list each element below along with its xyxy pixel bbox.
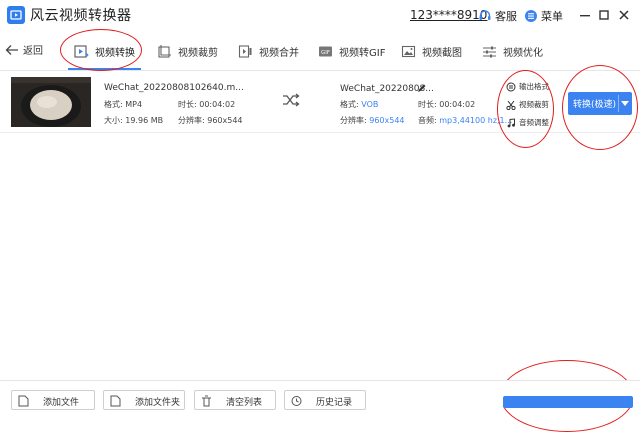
source-duration-value: 00:04:02 xyxy=(199,100,236,109)
source-format-value: MP4 xyxy=(125,100,143,109)
clear-list-button[interactable]: 清空列表 xyxy=(194,390,276,410)
back-label: 返回 xyxy=(23,46,43,57)
source-format: 格式: MP4 xyxy=(104,99,142,110)
audio-adjust-button[interactable]: 音频调整 xyxy=(506,117,549,128)
video-crop-action-label: 视频裁剪 xyxy=(519,100,549,109)
gif-icon: GIF xyxy=(319,46,332,56)
start-convert-button[interactable] xyxy=(503,396,633,408)
customer-service-label: 客服 xyxy=(495,10,517,23)
menu-button[interactable]: 菜单 xyxy=(524,7,563,25)
menu-icon xyxy=(525,10,537,22)
add-folder-icon xyxy=(110,395,121,407)
video-thumbnail xyxy=(11,77,91,127)
tab-video-to-gif[interactable]: GIF 视频转GIF xyxy=(318,32,385,70)
source-size-value: 19.96 MB xyxy=(125,116,164,125)
edit-name-icon[interactable] xyxy=(417,83,427,93)
output-format-icon xyxy=(506,82,516,91)
video-convert-icon xyxy=(74,44,89,58)
close-icon[interactable] xyxy=(617,8,631,22)
source-resolution-value: 960x544 xyxy=(207,116,243,125)
video-crop-action-button[interactable]: 视频裁剪 xyxy=(506,99,549,110)
tab-video-merge[interactable]: 视频合并 xyxy=(238,32,299,70)
target-audio: 音频: mp3,44100 hz,1... xyxy=(418,115,512,126)
add-folder-button[interactable]: 添加文件夹 xyxy=(103,390,185,410)
convert-label: 转换(极速) xyxy=(573,100,617,110)
tab-video-screenshot[interactable]: 视频截图 xyxy=(401,32,462,70)
output-format-button[interactable]: 输出格式 xyxy=(506,81,549,92)
feature-nav: 返回 视频转换 视频裁剪 视频合并 GIF 视频转GIF 视频截图 视频优化 xyxy=(0,32,640,71)
source-size: 大小: 19.96 MB xyxy=(104,115,163,126)
svg-text:GIF: GIF xyxy=(321,50,330,56)
target-duration-label: 时长: xyxy=(418,100,437,109)
back-button[interactable]: 返回 xyxy=(5,42,43,57)
app-title: 风云视频转换器 xyxy=(30,8,132,24)
minimize-icon[interactable] xyxy=(578,8,592,22)
history-label: 历史记录 xyxy=(316,398,353,408)
history-icon xyxy=(291,396,302,406)
merge-icon xyxy=(238,44,252,58)
chevron-down-icon[interactable] xyxy=(621,101,629,106)
headset-icon xyxy=(479,10,491,20)
source-resolution: 分辨率: 960x544 xyxy=(178,115,243,126)
app-logo-icon xyxy=(7,6,25,24)
target-resolution-label: 分辨率: xyxy=(340,116,367,125)
convert-divider xyxy=(618,95,619,112)
source-size-label: 大小: xyxy=(104,116,123,125)
convert-button[interactable]: 转换(极速) xyxy=(568,92,632,115)
tab-label: 视频裁剪 xyxy=(178,47,218,59)
scissors-icon xyxy=(506,100,516,110)
target-duration-value: 00:04:02 xyxy=(439,100,476,109)
maximize-icon[interactable] xyxy=(597,8,611,22)
screenshot-icon xyxy=(401,45,416,57)
arrow-left-icon xyxy=(5,44,18,55)
tab-label: 视频合并 xyxy=(259,47,299,59)
menu-label: 菜单 xyxy=(541,10,563,23)
target-duration: 时长: 00:04:02 xyxy=(418,99,475,110)
title-bar: 风云视频转换器 123****8910 客服 菜单 xyxy=(0,0,640,32)
tab-label: 视频转换 xyxy=(95,47,135,59)
tab-video-optimize[interactable]: 视频优化 xyxy=(482,32,543,70)
history-button[interactable]: 历史记录 xyxy=(284,390,366,410)
source-file-name: WeChat_20220808102640.m... xyxy=(104,83,244,93)
add-file-icon xyxy=(18,395,29,407)
add-folder-label: 添加文件夹 xyxy=(135,398,181,408)
target-format: 格式: VOB xyxy=(340,99,378,110)
tab-label: 视频转GIF xyxy=(339,47,386,59)
source-duration: 时长: 00:04:02 xyxy=(178,99,235,110)
shuffle-icon xyxy=(283,93,300,107)
account-link[interactable]: 123****8910 xyxy=(410,8,487,22)
target-format-value[interactable]: VOB xyxy=(361,100,378,109)
tab-label: 视频截图 xyxy=(422,47,462,59)
source-resolution-label: 分辨率: xyxy=(178,116,205,125)
audio-adjust-label: 音频调整 xyxy=(519,118,549,127)
trash-icon xyxy=(202,395,211,407)
target-audio-label: 音频: xyxy=(418,116,437,125)
source-duration-label: 时长: xyxy=(178,100,197,109)
add-file-button[interactable]: 添加文件 xyxy=(11,390,95,410)
output-format-label: 输出格式 xyxy=(519,82,549,91)
tab-video-convert[interactable]: 视频转换 xyxy=(68,32,141,70)
target-resolution: 分辨率: 960x544 xyxy=(340,115,405,126)
customer-service-button[interactable]: 客服 xyxy=(478,7,517,25)
music-note-icon xyxy=(507,117,515,127)
tab-label: 视频优化 xyxy=(503,47,543,59)
clear-list-label: 清空列表 xyxy=(226,398,263,408)
target-audio-value[interactable]: mp3,44100 hz,1... xyxy=(439,116,512,125)
sliders-icon xyxy=(483,46,496,57)
add-file-label: 添加文件 xyxy=(43,398,80,408)
crop-icon xyxy=(158,44,171,58)
target-resolution-value[interactable]: 960x544 xyxy=(369,116,404,125)
target-format-label: 格式: xyxy=(340,100,359,109)
tab-video-crop[interactable]: 视频裁剪 xyxy=(157,32,218,70)
source-format-label: 格式: xyxy=(104,100,123,109)
